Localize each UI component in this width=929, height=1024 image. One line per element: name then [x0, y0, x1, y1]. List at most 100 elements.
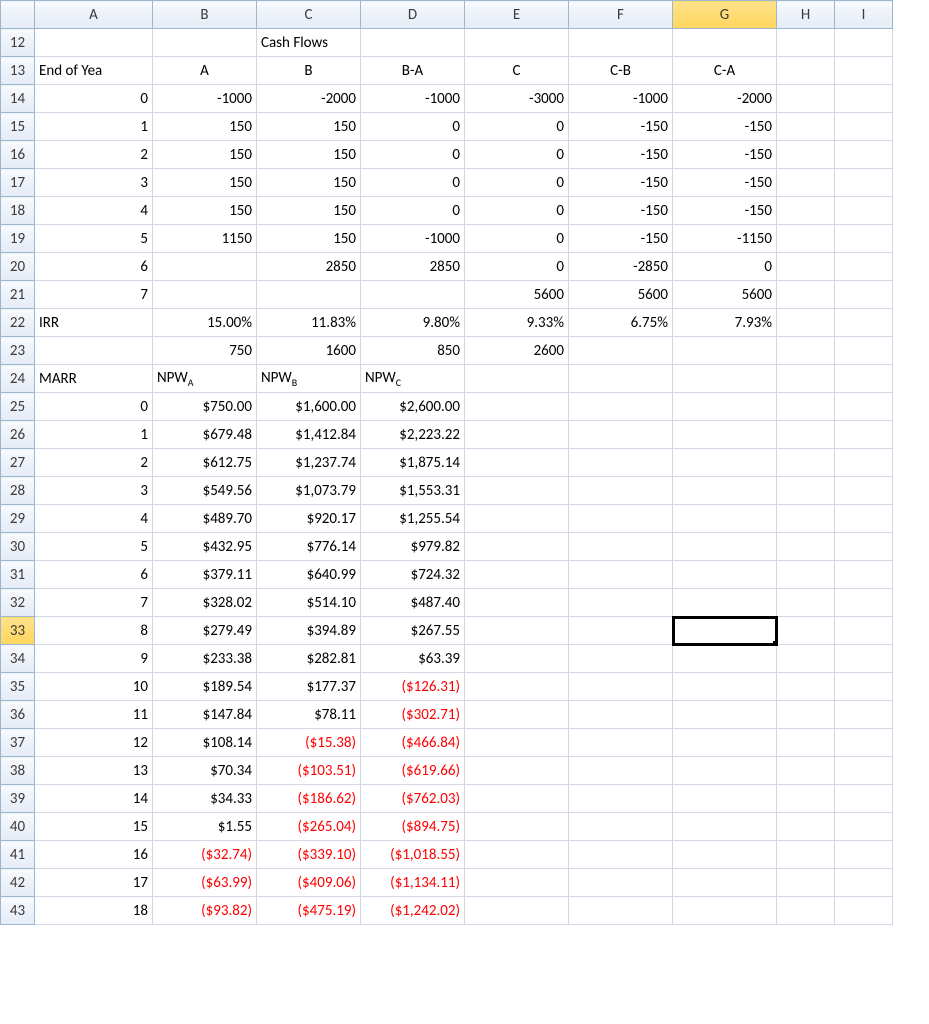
cell-E40[interactable] — [465, 813, 569, 841]
cell-I43[interactable] — [835, 897, 893, 925]
cell-I40[interactable] — [835, 813, 893, 841]
cell-B37[interactable]: $108.14 — [153, 729, 257, 757]
cell-A39[interactable]: 14 — [35, 785, 153, 813]
cell-D20[interactable]: 2850 — [361, 253, 465, 281]
cell-G16[interactable]: -150 — [673, 141, 777, 169]
cell-E41[interactable] — [465, 841, 569, 869]
cell-C34[interactable]: $282.81 — [257, 645, 361, 673]
cell-I28[interactable] — [835, 477, 893, 505]
cell-F42[interactable] — [569, 869, 673, 897]
cell-I32[interactable] — [835, 589, 893, 617]
cell-C42[interactable]: ($409.06) — [257, 869, 361, 897]
cell-G27[interactable] — [673, 449, 777, 477]
cell-I38[interactable] — [835, 757, 893, 785]
col-header-C[interactable]: C — [257, 1, 361, 29]
cell-F26[interactable] — [569, 421, 673, 449]
cell-H35[interactable] — [777, 673, 835, 701]
cell-B29[interactable]: $489.70 — [153, 505, 257, 533]
cell-G22[interactable]: 7.93% — [673, 309, 777, 337]
cell-I16[interactable] — [835, 141, 893, 169]
cell-F22[interactable]: 6.75% — [569, 309, 673, 337]
cell-G20[interactable]: 0 — [673, 253, 777, 281]
cell-B27[interactable]: $612.75 — [153, 449, 257, 477]
cell-C23[interactable]: 1600 — [257, 337, 361, 365]
cell-H43[interactable] — [777, 897, 835, 925]
row-header-15[interactable]: 15 — [1, 113, 35, 141]
cell-A23[interactable] — [35, 337, 153, 365]
cell-F41[interactable] — [569, 841, 673, 869]
cell-I21[interactable] — [835, 281, 893, 309]
cell-D41[interactable]: ($1,018.55) — [361, 841, 465, 869]
cell-C17[interactable]: 150 — [257, 169, 361, 197]
cell-D28[interactable]: $1,553.31 — [361, 477, 465, 505]
cell-C26[interactable]: $1,412.84 — [257, 421, 361, 449]
cell-E34[interactable] — [465, 645, 569, 673]
cell-F40[interactable] — [569, 813, 673, 841]
cell-E36[interactable] — [465, 701, 569, 729]
cell-H30[interactable] — [777, 533, 835, 561]
cell-C15[interactable]: 150 — [257, 113, 361, 141]
cell-E18[interactable]: 0 — [465, 197, 569, 225]
cell-I41[interactable] — [835, 841, 893, 869]
cell-G25[interactable] — [673, 393, 777, 421]
cell-D22[interactable]: 9.80% — [361, 309, 465, 337]
cell-D34[interactable]: $63.39 — [361, 645, 465, 673]
cell-F35[interactable] — [569, 673, 673, 701]
cell-B20[interactable] — [153, 253, 257, 281]
row-header-36[interactable]: 36 — [1, 701, 35, 729]
cell-E35[interactable] — [465, 673, 569, 701]
cell-A32[interactable]: 7 — [35, 589, 153, 617]
cell-A41[interactable]: 16 — [35, 841, 153, 869]
cell-C30[interactable]: $776.14 — [257, 533, 361, 561]
cell-A33[interactable]: 8 — [35, 617, 153, 645]
cell-A28[interactable]: 3 — [35, 477, 153, 505]
cell-G17[interactable]: -150 — [673, 169, 777, 197]
cell-D43[interactable]: ($1,242.02) — [361, 897, 465, 925]
cell-H39[interactable] — [777, 785, 835, 813]
row-header-27[interactable]: 27 — [1, 449, 35, 477]
cell-B30[interactable]: $432.95 — [153, 533, 257, 561]
cell-F39[interactable] — [569, 785, 673, 813]
cell-E37[interactable] — [465, 729, 569, 757]
cell-D38[interactable]: ($619.66) — [361, 757, 465, 785]
cell-D30[interactable]: $979.82 — [361, 533, 465, 561]
cell-E39[interactable] — [465, 785, 569, 813]
cell-F36[interactable] — [569, 701, 673, 729]
cell-I39[interactable] — [835, 785, 893, 813]
cell-B40[interactable]: $1.55 — [153, 813, 257, 841]
cell-G32[interactable] — [673, 589, 777, 617]
cell-I18[interactable] — [835, 197, 893, 225]
cell-A24[interactable]: MARR — [35, 365, 153, 393]
cell-C35[interactable]: $177.37 — [257, 673, 361, 701]
cell-B28[interactable]: $549.56 — [153, 477, 257, 505]
cell-H36[interactable] — [777, 701, 835, 729]
cell-I13[interactable] — [835, 57, 893, 85]
cell-A20[interactable]: 6 — [35, 253, 153, 281]
cell-E25[interactable] — [465, 393, 569, 421]
row-header-41[interactable]: 41 — [1, 841, 35, 869]
cell-A43[interactable]: 18 — [35, 897, 153, 925]
cell-E22[interactable]: 9.33% — [465, 309, 569, 337]
cell-E16[interactable]: 0 — [465, 141, 569, 169]
cell-H13[interactable] — [777, 57, 835, 85]
cell-C33[interactable]: $394.89 — [257, 617, 361, 645]
cell-H16[interactable] — [777, 141, 835, 169]
cell-C13[interactable]: B — [257, 57, 361, 85]
cell-H32[interactable] — [777, 589, 835, 617]
cell-D16[interactable]: 0 — [361, 141, 465, 169]
cell-B32[interactable]: $328.02 — [153, 589, 257, 617]
cell-A35[interactable]: 10 — [35, 673, 153, 701]
cell-F32[interactable] — [569, 589, 673, 617]
row-header-28[interactable]: 28 — [1, 477, 35, 505]
cell-F38[interactable] — [569, 757, 673, 785]
cell-A30[interactable]: 5 — [35, 533, 153, 561]
cell-E23[interactable]: 2600 — [465, 337, 569, 365]
cell-H24[interactable] — [777, 365, 835, 393]
cell-D14[interactable]: -1000 — [361, 85, 465, 113]
cell-B14[interactable]: -1000 — [153, 85, 257, 113]
cell-B17[interactable]: 150 — [153, 169, 257, 197]
cell-F19[interactable]: -150 — [569, 225, 673, 253]
cell-G30[interactable] — [673, 533, 777, 561]
cell-C27[interactable]: $1,237.74 — [257, 449, 361, 477]
cell-F24[interactable] — [569, 365, 673, 393]
